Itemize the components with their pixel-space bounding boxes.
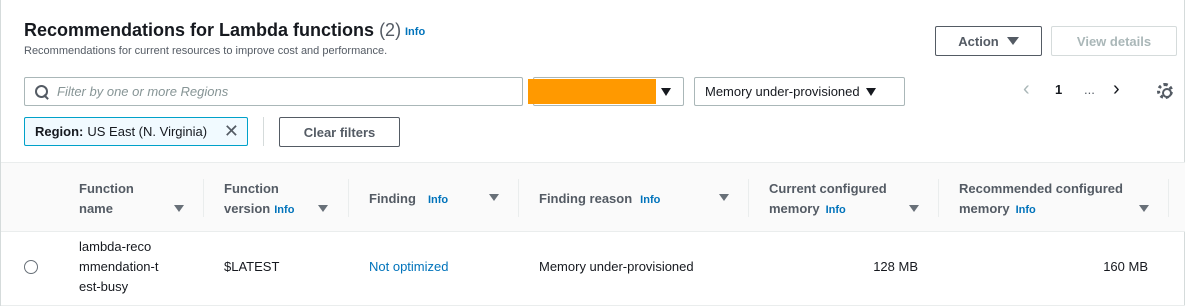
title-text: Recommendations for Lambda functions bbox=[24, 20, 375, 40]
column-header-function-version[interactable]: Function version Info bbox=[224, 179, 294, 220]
clear-filters-label: Clear filters bbox=[303, 124, 376, 140]
search-icon bbox=[35, 84, 49, 99]
column-divider bbox=[938, 179, 939, 217]
filter-divider bbox=[263, 117, 264, 146]
column-info-link[interactable]: Info bbox=[1016, 204, 1036, 216]
column-info-link[interactable]: Info bbox=[274, 204, 294, 216]
caret-down-icon bbox=[1006, 37, 1019, 45]
cell-recommended-memory: 160 MB bbox=[1103, 259, 1148, 274]
cell-function-version: $LATEST bbox=[224, 259, 280, 274]
cell-finding-link[interactable]: Not optimized bbox=[369, 257, 448, 277]
cell-function-name: lambda-recommendation-test-busy bbox=[79, 239, 159, 294]
page-ellipsis: ... bbox=[1084, 82, 1095, 97]
token-value: US East (N. Virginia) bbox=[87, 124, 208, 139]
action-button[interactable]: Action bbox=[935, 26, 1042, 56]
next-page-icon[interactable]: › bbox=[1113, 78, 1120, 101]
finding-select-value: Memory under-provisioned bbox=[705, 84, 860, 99]
cell-finding-reason: Memory under-provisioned bbox=[539, 259, 694, 274]
row-select-radio[interactable] bbox=[24, 260, 38, 274]
gear-icon[interactable] bbox=[1157, 83, 1173, 99]
action-button-label: Action bbox=[958, 33, 999, 49]
page-subtitle: Recommendations for current resources to… bbox=[24, 45, 388, 57]
token-key: Region: bbox=[35, 124, 84, 139]
chevron-down-icon bbox=[661, 87, 671, 96]
redacted-value bbox=[528, 79, 656, 104]
page-number[interactable]: 1 bbox=[1055, 82, 1062, 97]
previous-page-icon[interactable]: ‹ bbox=[1023, 78, 1030, 101]
finding-select[interactable]: Memory under-provisioned bbox=[694, 77, 905, 106]
chevron-down-icon bbox=[865, 87, 876, 96]
sort-icon[interactable] bbox=[1139, 205, 1149, 212]
page-title: Recommendations for Lambda functions (2) bbox=[24, 20, 401, 41]
sort-icon[interactable] bbox=[174, 205, 184, 212]
column-divider bbox=[203, 179, 204, 217]
sort-icon[interactable] bbox=[318, 205, 328, 212]
search-placeholder: Filter by one or more Regions bbox=[57, 84, 229, 99]
region-filter-token: Region: US East (N. Virginia) ✕ bbox=[24, 117, 248, 146]
column-header-finding[interactable]: Finding Info bbox=[369, 189, 448, 210]
column-header-recommended-memory[interactable]: Recommended configured memory Info bbox=[959, 179, 1139, 220]
view-details-label: View details bbox=[1076, 33, 1152, 49]
column-header-finding-reason[interactable]: Finding reason Info bbox=[539, 189, 660, 210]
column-header-current-memory[interactable]: Current configured memory Info bbox=[769, 179, 909, 220]
cell-current-memory: 128 MB bbox=[873, 259, 918, 274]
account-select[interactable] bbox=[528, 77, 684, 106]
sort-icon[interactable] bbox=[719, 194, 729, 201]
sort-icon[interactable] bbox=[909, 205, 919, 212]
title-count: (2) bbox=[379, 20, 402, 40]
column-info-link[interactable]: Info bbox=[826, 204, 846, 216]
view-details-button[interactable]: View details bbox=[1051, 26, 1177, 56]
table-row[interactable]: lambda-recommendation-test-busy $LATEST … bbox=[1, 232, 1185, 306]
column-info-link[interactable]: Info bbox=[428, 194, 448, 206]
column-divider bbox=[1168, 179, 1169, 217]
sort-icon[interactable] bbox=[489, 194, 499, 201]
title-info-link[interactable]: Info bbox=[405, 26, 425, 38]
table-header: Function name Function version Info Findi… bbox=[1, 162, 1185, 232]
region-filter-input[interactable]: Filter by one or more Regions bbox=[24, 77, 523, 106]
column-header-function-name[interactable]: Function name bbox=[79, 179, 169, 219]
column-divider bbox=[518, 179, 519, 217]
column-info-link[interactable]: Info bbox=[640, 194, 660, 206]
column-divider bbox=[348, 179, 349, 217]
column-divider bbox=[748, 179, 749, 217]
clear-filters-button[interactable]: Clear filters bbox=[279, 117, 400, 147]
recommendations-panel: Recommendations for Lambda functions (2)… bbox=[0, 0, 1185, 306]
close-icon[interactable]: ✕ bbox=[224, 121, 239, 142]
